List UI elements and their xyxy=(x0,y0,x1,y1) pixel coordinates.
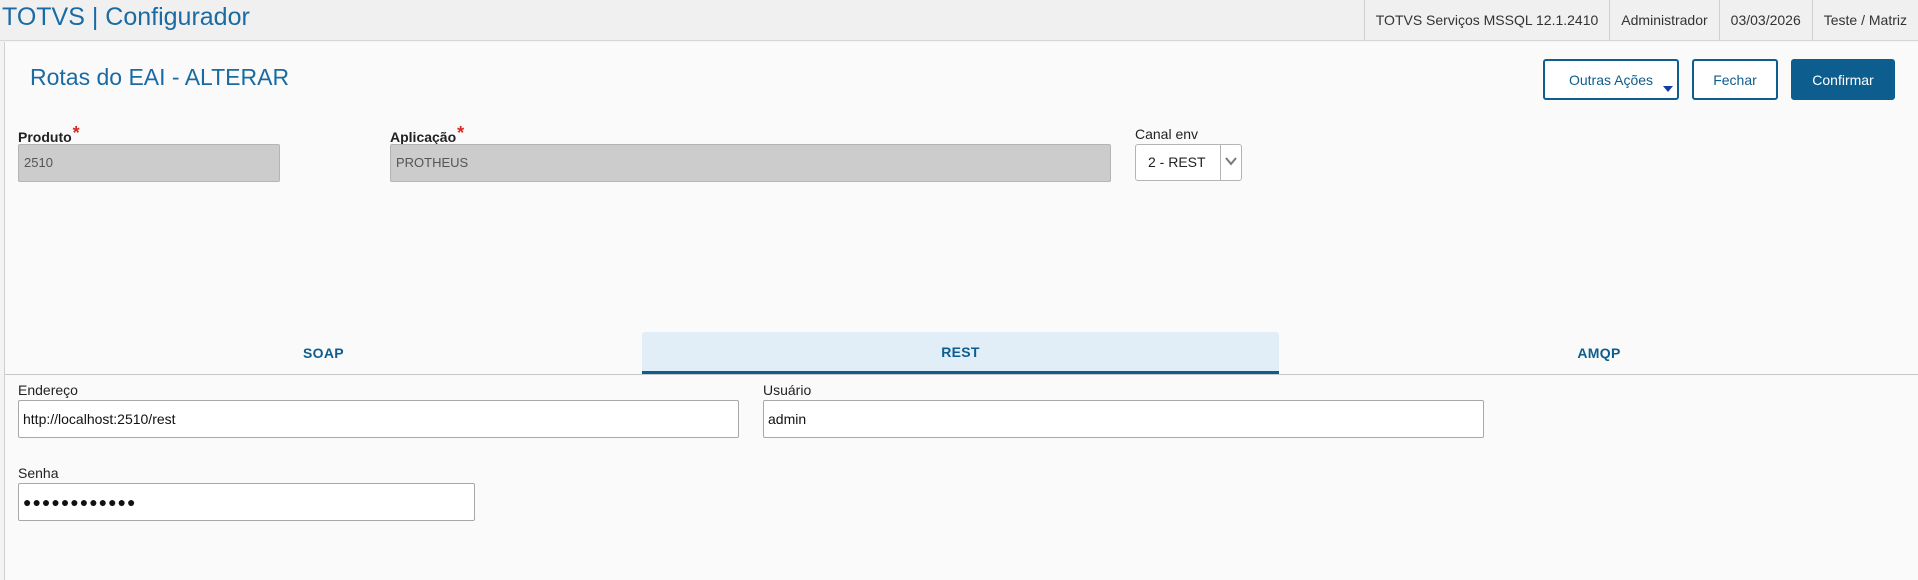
select-divider xyxy=(1220,145,1221,180)
usuario-input[interactable]: admin xyxy=(763,400,1484,438)
confirm-button[interactable]: Confirmar xyxy=(1791,59,1895,100)
page-title: Rotas do EAI - ALTERAR xyxy=(30,64,290,90)
canal-env-value: 2 - REST xyxy=(1148,154,1206,170)
more-actions-button[interactable]: Outras Ações xyxy=(1543,59,1679,100)
tab-rest[interactable]: REST xyxy=(642,332,1279,374)
company-info[interactable]: Teste / Matriz xyxy=(1811,0,1918,40)
user-info[interactable]: Administrador xyxy=(1609,0,1718,40)
tab-soap[interactable]: SOAP xyxy=(5,332,642,374)
status-bar: TOTVS Serviços MSSQL 12.1.2410 Administr… xyxy=(1363,0,1918,40)
close-label: Fechar xyxy=(1713,71,1757,88)
chevron-down-icon[interactable] xyxy=(1224,154,1238,168)
confirm-label: Confirmar xyxy=(1812,71,1874,88)
produto-field: 2510 xyxy=(18,144,280,182)
required-mark: * xyxy=(457,123,465,143)
tab-amqp[interactable]: AMQP xyxy=(1279,332,1918,374)
close-button[interactable]: Fechar xyxy=(1692,59,1778,100)
produto-label-text: Produto xyxy=(18,129,72,145)
app-title: TOTVS | Configurador xyxy=(2,3,250,31)
aplicacao-label-text: Aplicação xyxy=(390,129,457,145)
date-info[interactable]: 03/03/2026 xyxy=(1718,0,1812,40)
required-mark: * xyxy=(72,123,80,143)
aplicacao-field: PROTHEUS xyxy=(390,144,1111,182)
top-bar: TOTVS | Configurador TOTVS Serviços MSSQ… xyxy=(0,0,1918,41)
environment-info[interactable]: TOTVS Serviços MSSQL 12.1.2410 xyxy=(1363,0,1610,40)
endereco-input[interactable]: http://localhost:2510/rest xyxy=(18,400,739,438)
caret-down-icon xyxy=(1663,86,1673,92)
endereco-label: Endereço xyxy=(18,382,78,398)
more-actions-label: Outras Ações xyxy=(1568,71,1654,88)
tab-bar: SOAP REST AMQP xyxy=(5,332,1918,375)
main-panel: Rotas do EAI - ALTERAR Outras Ações Fech… xyxy=(4,42,1918,580)
usuario-label: Usuário xyxy=(763,382,812,398)
senha-input[interactable]: ●●●●●●●●●●●● xyxy=(18,483,475,521)
canal-env-label: Canal env xyxy=(1135,126,1199,142)
senha-label: Senha xyxy=(18,465,59,481)
canal-env-select[interactable]: 2 - REST xyxy=(1135,144,1242,181)
